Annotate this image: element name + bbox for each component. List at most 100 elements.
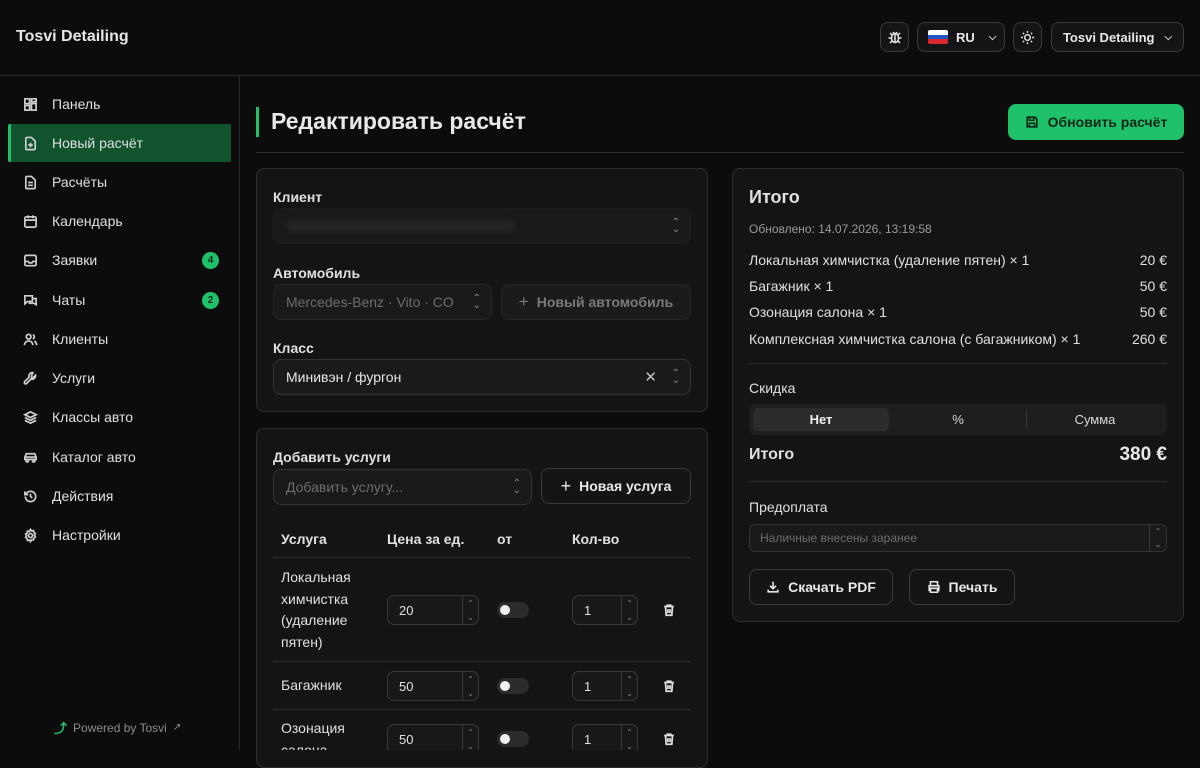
add-services-title: Добавить услуги [273,449,391,465]
class-select[interactable]: Минивэн / фургон ✕ ⌃ ⌄ [273,359,691,395]
price-from-toggle[interactable] [497,678,529,694]
client-value-blurred [286,220,516,232]
trash-icon [664,604,674,617]
download-pdf-label: Скачать PDF [788,579,876,595]
service-price-input[interactable]: 50 ⌃ ⌄ [387,671,479,701]
update-estimate-button[interactable]: Обновить расчёт [1008,104,1184,140]
price-from-toggle[interactable] [497,602,529,618]
stepper-icon[interactable]: ⌃ ⌄ [462,596,478,624]
powered-by-link[interactable]: ⤴ Powered by Tosvi ↗ [54,718,181,737]
service-qty-value: 1 [584,678,592,694]
requests-count-badge: 4 [202,252,219,269]
sidebar-item-label: Настройки [52,527,121,543]
gear-icon [22,527,38,543]
header-divider [256,152,1184,153]
total-value: 380 € [1119,444,1167,465]
sidebar-item-label: Заявки [52,252,98,268]
sidebar-item-car-catalog[interactable]: Каталог авто [8,438,231,476]
summary-card [732,168,1184,622]
print-button[interactable]: Печать [909,569,1015,605]
trash-icon [664,680,674,693]
discount-segmented-control: Нет % Сумма [749,404,1167,435]
delete-service-button[interactable] [662,732,676,746]
summary-line-amount: 260 € [1131,331,1167,347]
service-qty-input[interactable]: 1 ⌃ ⌄ [572,595,638,625]
powered-by-label: Powered by Tosvi [73,720,167,735]
sidebar-item-new-estimate[interactable]: Новый расчёт [8,124,231,162]
sidebar: Панель Новый расчёт Расчёты Календарь За… [0,76,240,750]
table-row-divider [273,661,691,662]
download-icon [767,581,779,593]
discount-option-none[interactable]: Нет [753,408,889,431]
sidebar-item-actions[interactable]: Действия [8,477,231,515]
sun-icon [1020,30,1035,44]
dashboard-icon [22,96,38,112]
sidebar-item-estimates[interactable]: Расчёты [8,163,231,201]
language-select[interactable]: RU ⌵ [917,22,1005,52]
chats-count-badge: 2 [202,292,219,309]
stepper-icon[interactable]: ⌃ ⌄ [621,596,637,624]
title-accent [256,107,259,137]
sidebar-item-settings[interactable]: Настройки [8,516,231,554]
summary-line: Багажник × 1 50 € [749,278,1167,294]
save-icon [1026,116,1038,128]
sidebar-item-dashboard[interactable]: Панель [8,85,231,123]
download-pdf-button[interactable]: Скачать PDF [749,569,893,605]
account-name: Tosvi Detailing [1062,29,1155,45]
price-from-toggle[interactable] [497,731,529,747]
discount-label: Скидка [749,380,796,396]
sidebar-item-chats[interactable]: Чаты 2 [8,281,231,319]
delete-service-button[interactable] [662,603,676,617]
car-select[interactable]: Mercedes-Benz · Vito · CO ⌃ ⌄ [273,284,492,320]
summary-line: Озонация салона × 1 50 € [749,304,1167,320]
account-menu[interactable]: Tosvi Detailing ⌵ [1051,22,1184,52]
car-label: Автомобиль [273,265,361,281]
sidebar-item-services[interactable]: Услуги [8,359,231,397]
service-qty-input[interactable]: 1 ⌃ ⌄ [572,724,638,750]
summary-line-name: Багажник × 1 [749,278,834,294]
chevron-updown-icon: ⌃ ⌄ [671,368,680,386]
service-price-input[interactable]: 50 ⌃ ⌄ [387,724,479,750]
col-header-price: Цена за ед. [387,531,465,547]
sidebar-item-requests[interactable]: Заявки 4 [8,241,231,279]
summary-line-name: Комплексная химчистка салона (с багажник… [749,331,1081,347]
delete-service-button[interactable] [662,679,676,693]
bug-report-button[interactable] [880,22,909,52]
service-qty-value: 1 [584,602,592,618]
add-service-select[interactable]: Добавить услугу... ⌃ ⌄ [273,469,532,505]
service-qty-value: 1 [584,731,592,747]
summary-divider [749,363,1167,364]
calendar-icon [22,213,38,229]
col-header-qty: Кол-во [572,531,620,547]
plus-icon: + [518,292,529,311]
stepper-icon[interactable]: ⌃ ⌄ [462,672,478,700]
service-price-value: 50 [399,731,414,747]
stepper-icon[interactable]: ⌃ ⌄ [462,725,478,750]
sidebar-item-clients[interactable]: Клиенты [8,320,231,358]
client-label: Клиент [273,189,323,205]
chevron-updown-icon: ⌃ ⌄ [671,217,680,235]
service-row-name: Багажник [281,677,342,693]
stepper-icon[interactable]: ⌃ ⌄ [621,725,637,750]
sidebar-item-label: Каталог авто [52,449,136,465]
prepay-input[interactable]: Наличные внесены заранее ⌃ ⌄ [749,524,1167,552]
service-qty-input[interactable]: 1 ⌃ ⌄ [572,671,638,701]
discount-option-amount[interactable]: Сумма [1027,408,1163,431]
summary-line-name: Локальная химчистка (удаление пятен) × 1 [749,252,1030,268]
stepper-icon[interactable]: ⌃ ⌄ [1149,525,1166,551]
client-select[interactable]: ⌃ ⌄ [273,208,691,244]
chevron-updown-icon: ⌃ ⌄ [512,478,521,496]
clear-icon[interactable]: ✕ [644,368,657,386]
new-service-button[interactable]: + Новая услуга [541,468,691,504]
new-service-label: Новая услуга [579,478,672,494]
new-car-button[interactable]: + Новый автомобиль [501,284,691,320]
sidebar-item-car-classes[interactable]: Классы авто [8,398,231,436]
summary-line-amount: 20 € [1139,252,1167,268]
sidebar-item-label: Услуги [52,370,96,386]
stepper-icon[interactable]: ⌃ ⌄ [621,672,637,700]
sidebar-item-label: Классы авто [52,409,134,425]
theme-toggle-button[interactable] [1013,22,1042,52]
service-price-input[interactable]: 20 ⌃ ⌄ [387,595,479,625]
sidebar-item-calendar[interactable]: Календарь [8,202,231,240]
discount-option-percent[interactable]: % [889,408,1027,431]
